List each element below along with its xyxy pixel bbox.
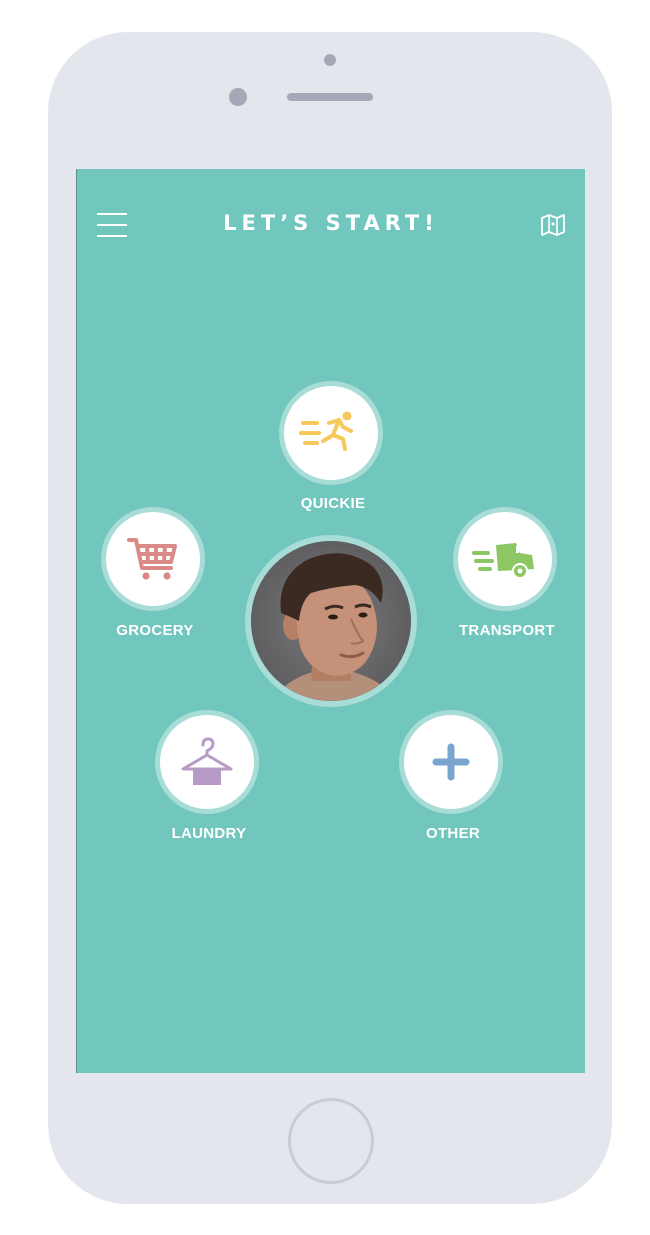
plus-icon [432, 743, 470, 781]
shopping-cart-icon [127, 538, 177, 580]
camera-dot [324, 54, 336, 66]
service-label: LAUNDRY [171, 825, 247, 842]
running-person-icon [299, 411, 353, 451]
service-label: GROCERY [116, 622, 194, 639]
map-icon[interactable] [539, 213, 567, 237]
laundry-button[interactable] [155, 710, 259, 814]
app-screen: LET’S START! QUICKIE GROCERY TRANSPORT L… [76, 169, 585, 1073]
service-label: TRANSPORT [458, 622, 556, 639]
grocery-button[interactable] [101, 507, 205, 611]
quickie-button[interactable] [279, 381, 383, 485]
service-label: QUICKIE [300, 495, 366, 512]
user-avatar[interactable] [251, 541, 411, 701]
earpiece-speaker [287, 93, 373, 101]
clothes-hanger-icon [181, 737, 233, 785]
front-camera [229, 88, 247, 106]
transport-button[interactable] [453, 507, 557, 611]
home-button[interactable] [288, 1098, 374, 1184]
page-title: LET’S START! [223, 211, 439, 235]
other-button[interactable] [399, 710, 503, 814]
avatar-ring[interactable] [245, 535, 417, 707]
delivery-truck-icon [472, 543, 534, 579]
service-label: OTHER [426, 825, 480, 842]
